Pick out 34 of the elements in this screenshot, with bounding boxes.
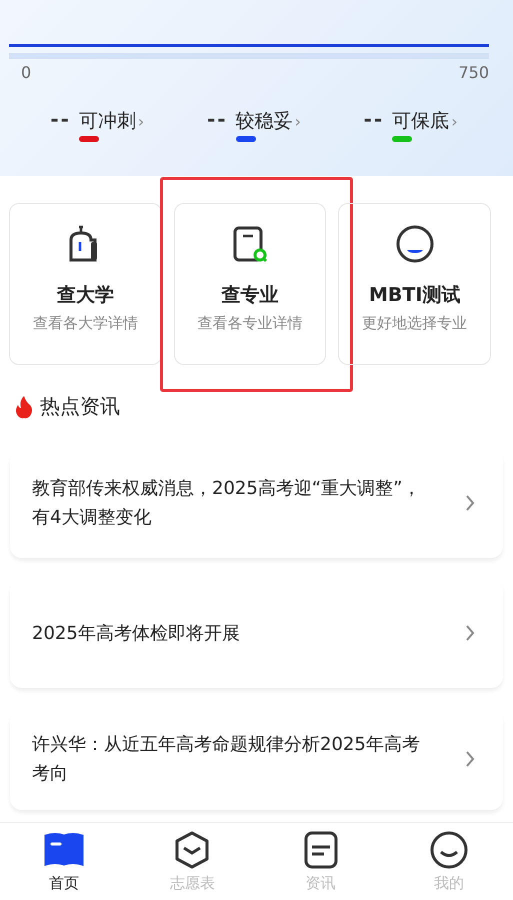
tool-title: MBTI测试 <box>368 283 460 308</box>
level-link[interactable]: 较稳妥 <box>236 108 293 134</box>
tool-title: 查大学 <box>56 283 114 308</box>
news-title: 教育部传来权威消息，2025高考迎“重大调整”，有4大调整变化 <box>32 477 422 530</box>
chevron-icon: › <box>138 108 144 136</box>
chevron-right-icon <box>465 624 475 642</box>
tool-subtitle: 查看各大学详情 <box>32 314 138 333</box>
smile-circle-icon <box>394 224 435 264</box>
level-value: -- <box>50 108 71 130</box>
news-title: 2025年高考体检即将开展 <box>32 622 240 646</box>
news-item[interactable]: 许兴华：从近五年高考命题规律分析2025年高考考向 <box>10 710 503 810</box>
flame-icon <box>14 394 34 418</box>
chevron-right-icon <box>465 494 475 512</box>
chevron-icon: › <box>451 108 458 136</box>
news-item[interactable]: 教育部传来权威消息，2025高考迎“重大调整”，有4大调整变化 <box>10 450 503 558</box>
news-title: 许兴华：从近五年高考命题规律分析2025年高考考向 <box>32 733 421 786</box>
level-link[interactable]: 可冲刺 <box>78 108 136 134</box>
tool-card[interactable]: MBTI测试 更好地选择专业 <box>338 203 492 365</box>
tool-subtitle: 查看各专业详情 <box>198 314 302 333</box>
tool-card[interactable]: 查专业 查看各专业详情 <box>174 203 326 365</box>
smile-icon <box>428 830 469 870</box>
tool-card[interactable]: 查大学 查看各大学详情 <box>9 203 162 365</box>
level-value: -- <box>206 108 228 130</box>
chevron-right-icon <box>465 750 475 768</box>
scale-min: 0 <box>21 63 32 82</box>
level-link[interactable]: 可保底 <box>392 108 450 134</box>
scale-max: 750 <box>458 63 489 82</box>
tool-title: 查专业 <box>222 283 278 308</box>
section-title: 热点资讯 <box>40 393 120 420</box>
level-value: -- <box>364 108 384 130</box>
tool-subtitle: 更好地选择专业 <box>362 314 468 333</box>
news-item[interactable]: 2025年高考体检即将开展 <box>10 580 503 688</box>
tab[interactable]: 首页 <box>24 830 104 893</box>
chevron-icon: › <box>294 108 301 136</box>
